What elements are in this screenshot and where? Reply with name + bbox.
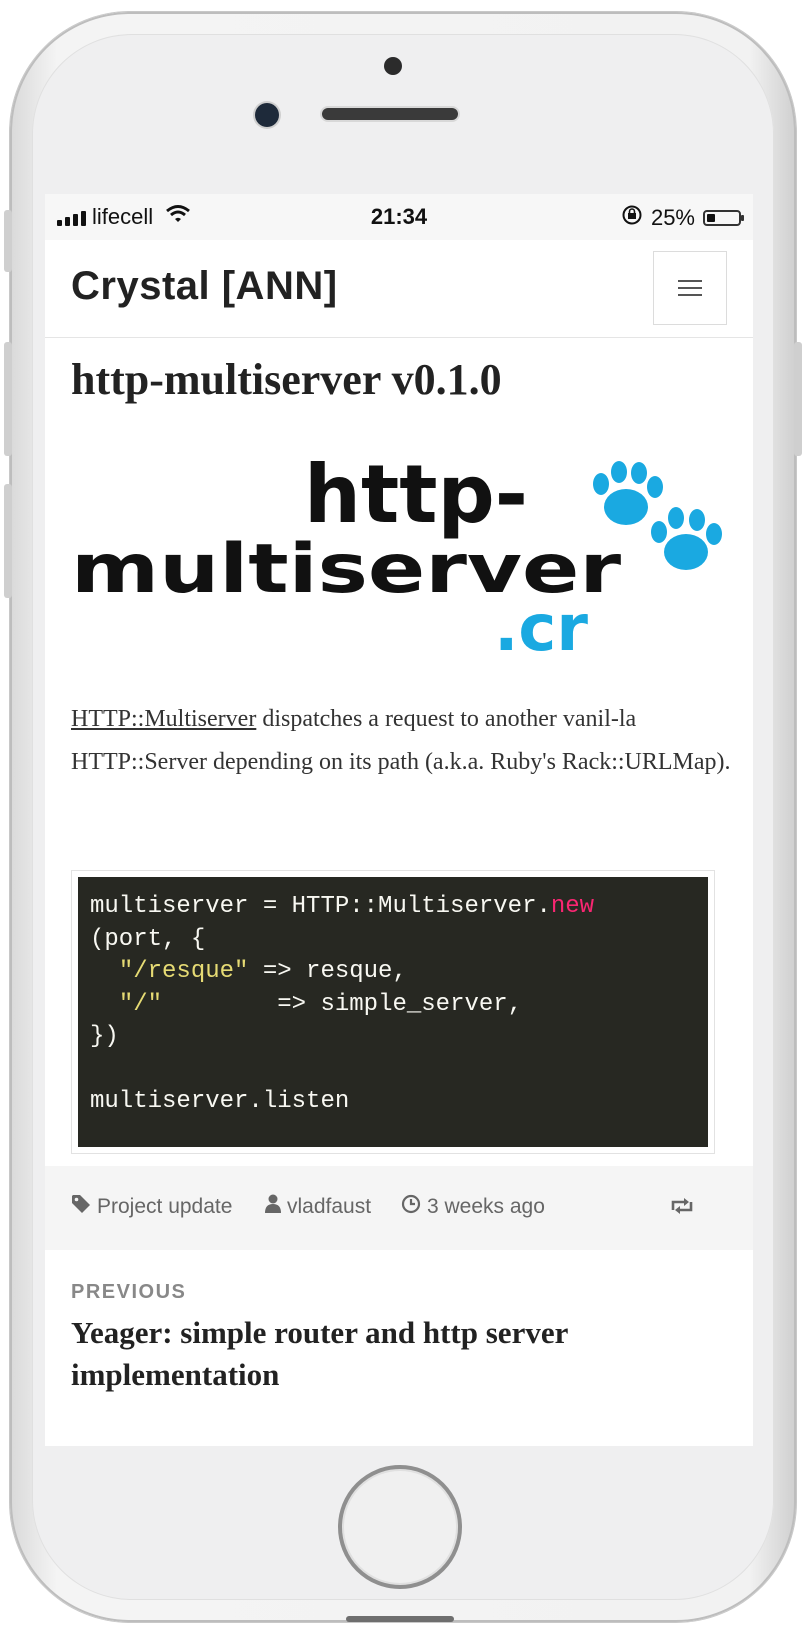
project-logo: http- multiserver .cr	[71, 442, 731, 666]
previous-post-link[interactable]: Yeager: simple router and http server im…	[71, 1312, 711, 1396]
post-title: http-multiserver v0.1.0	[71, 355, 502, 404]
battery-icon	[703, 210, 744, 226]
code-line: })	[90, 1023, 119, 1050]
menu-toggle-button[interactable]	[653, 251, 727, 325]
clock-icon	[401, 1194, 421, 1220]
front-camera	[255, 103, 279, 127]
earpiece-speaker	[322, 108, 458, 120]
logo-suffix: .cr	[494, 592, 588, 662]
battery-percent: 25%	[650, 205, 695, 230]
code-string: "/resque"	[118, 958, 249, 985]
code-line: => resque,	[248, 958, 407, 985]
code-line: multiserver = HTTP::Multiserver.	[90, 893, 551, 920]
previous-label: PREVIOUS	[71, 1281, 187, 1303]
paw-icon	[651, 507, 722, 570]
time-ago: 3 weeks ago	[427, 1195, 545, 1218]
category-label: Project update	[97, 1195, 233, 1218]
battery-level	[707, 214, 715, 222]
retweet-icon	[669, 1196, 695, 1222]
category-link[interactable]: Project update	[71, 1194, 232, 1220]
paw-icon	[593, 461, 663, 525]
site-brand[interactable]: Crystal [ANN]	[71, 264, 338, 309]
home-button[interactable]	[338, 1465, 462, 1589]
post-description: HTTP::Multiserver dispatches a request t…	[71, 698, 731, 784]
screen: lifecell 21:34 25% Crystal [ANN] http-mu…	[45, 194, 753, 1446]
proximity-sensor	[384, 57, 402, 75]
post-meta: Project update vladfaust 3 weeks ago	[45, 1166, 753, 1250]
mute-switch	[4, 210, 12, 272]
share-button[interactable]	[669, 1196, 695, 1222]
hamburger-menu-icon	[678, 280, 702, 296]
power-button	[794, 342, 802, 456]
tag-icon	[71, 1194, 91, 1220]
code-line: multiserver.listen	[90, 1088, 350, 1115]
user-icon	[265, 1194, 281, 1220]
code-content: multiserver = HTTP::Multiserver.new (por…	[78, 877, 708, 1147]
code-line: => simple_server,	[162, 990, 523, 1018]
code-line: (port, {	[90, 925, 206, 953]
navbar: Crystal [ANN]	[45, 240, 753, 338]
code-string: "/"	[118, 990, 163, 1018]
multiserver-link[interactable]: HTTP::Multiserver	[71, 706, 256, 732]
volume-up-button	[4, 342, 12, 456]
volume-down-button	[4, 484, 12, 598]
author-name: vladfaust	[287, 1195, 372, 1218]
status-right: 25%	[621, 204, 744, 232]
bottom-edge	[346, 1616, 454, 1622]
post-date: 3 weeks ago	[401, 1194, 545, 1220]
code-block: multiserver = HTTP::Multiserver.new (por…	[71, 870, 715, 1154]
status-bar: lifecell 21:34 25%	[45, 194, 753, 241]
logo-line1: http-	[304, 448, 528, 541]
code-keyword: new	[550, 893, 595, 920]
orientation-lock-icon	[621, 204, 643, 232]
author-link[interactable]: vladfaust	[265, 1194, 371, 1220]
